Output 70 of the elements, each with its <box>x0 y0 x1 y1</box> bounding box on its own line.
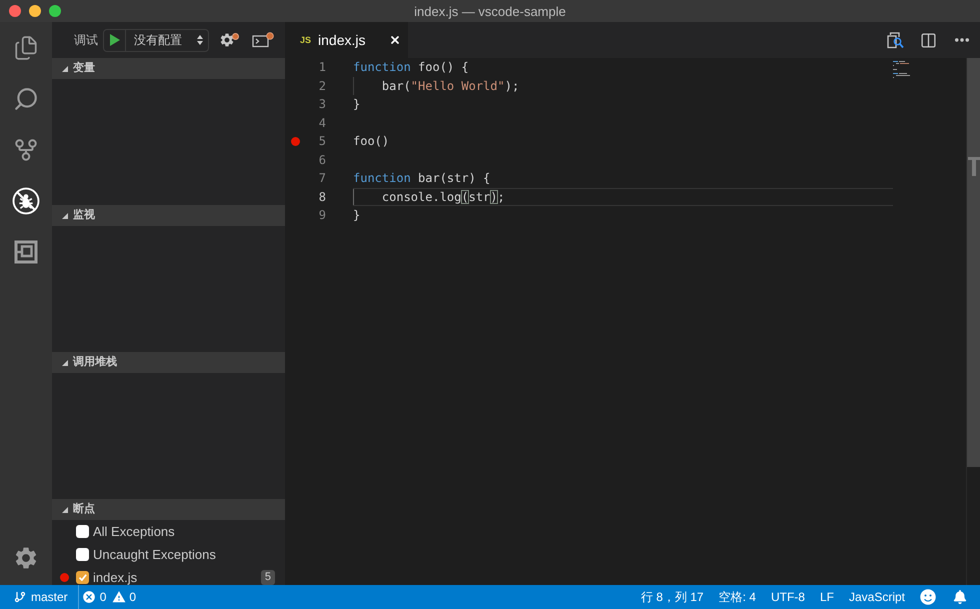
breakpoint-label: All Exceptions <box>93 524 175 540</box>
line-number: 8 <box>318 188 326 206</box>
code-line: function bar(str) { <box>353 170 490 186</box>
line-badge: 5 <box>260 570 275 585</box>
bug-off-icon[interactable] <box>12 186 40 214</box>
checkbox[interactable] <box>76 571 89 584</box>
caret-icon <box>62 360 68 366</box>
branch-status[interactable]: master <box>0 585 78 609</box>
search-icon[interactable] <box>13 86 39 112</box>
window-title: index.js — vscode-sample <box>414 4 566 18</box>
line-number: 6 <box>318 152 326 168</box>
status-item[interactable]: 空格: 4 <box>718 588 756 606</box>
code-line: bar("Hello World"); <box>380 78 520 94</box>
line-number: 2 <box>318 78 326 94</box>
status-item[interactable]: LF <box>820 588 834 606</box>
debug-label: 调试 <box>74 32 98 49</box>
checkbox[interactable] <box>76 525 89 538</box>
line-number: 9 <box>318 207 326 224</box>
section-header[interactable]: 调用堆栈 <box>52 352 285 373</box>
code-line: } <box>353 207 360 224</box>
caret-icon <box>62 506 68 512</box>
pages-magnifier-icon[interactable] <box>887 32 904 48</box>
cursor-marker-icon <box>968 157 980 176</box>
line-number: 1 <box>318 59 326 76</box>
fork-icon[interactable] <box>13 136 39 162</box>
line-number: 3 <box>318 96 326 113</box>
check-icon <box>78 574 86 581</box>
configuration-select[interactable]: 没有配置 <box>126 30 208 50</box>
editor-tab[interactable]: JS index.js <box>285 22 408 58</box>
gear-icon[interactable] <box>219 32 239 48</box>
scrollbar-thumb[interactable] <box>967 58 980 467</box>
breakpoint-label: Uncaught Exceptions <box>93 546 216 562</box>
line-number: 5 <box>318 133 326 150</box>
breakpoint-icon[interactable] <box>290 136 300 146</box>
play-icon[interactable] <box>110 34 120 46</box>
section-header[interactable]: 断点 <box>52 499 285 520</box>
error-count: 0 <box>100 589 106 606</box>
smiley-icon[interactable] <box>920 589 936 605</box>
warning-count: 0 <box>129 589 136 606</box>
extensions-icon[interactable] <box>14 240 38 264</box>
updown-icon <box>197 35 203 45</box>
terminal-icon[interactable] <box>252 32 274 48</box>
problems-status[interactable]: 0 0 <box>78 585 142 609</box>
code-line: function foo() { <box>353 59 469 76</box>
line-number: 7 <box>318 170 326 187</box>
section-header[interactable]: 监视 <box>52 205 285 226</box>
status-item[interactable]: 行 8，列 17 <box>640 588 704 606</box>
split-editor-icon[interactable] <box>920 32 937 48</box>
close-icon[interactable] <box>389 34 401 46</box>
caret-icon <box>62 212 68 218</box>
window-zoom-button[interactable] <box>49 5 61 17</box>
caret-icon <box>62 66 68 72</box>
error-icon <box>82 590 96 604</box>
window-close-button[interactable] <box>9 5 21 17</box>
settings-icon[interactable] <box>13 545 39 571</box>
files-icon[interactable] <box>13 34 39 60</box>
breakpoint-label: index.js <box>93 570 138 585</box>
file-type-label: JS <box>300 36 312 44</box>
line-number: 4 <box>318 114 326 132</box>
bell-icon[interactable] <box>953 590 967 604</box>
window-minimize-button[interactable] <box>29 5 41 17</box>
code-line: foo() <box>353 133 390 150</box>
status-item[interactable]: JavaScript <box>848 588 905 606</box>
code-line: } <box>353 96 360 112</box>
branch-icon <box>14 591 26 603</box>
checkbox[interactable] <box>76 548 89 561</box>
status-item[interactable]: UTF-8 <box>770 588 805 606</box>
warning-icon <box>112 590 126 604</box>
code-line: console.log(str); <box>380 188 505 205</box>
section-header[interactable]: 变量 <box>52 58 285 79</box>
